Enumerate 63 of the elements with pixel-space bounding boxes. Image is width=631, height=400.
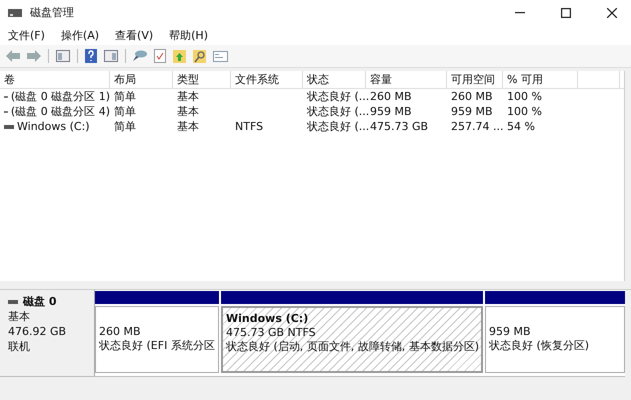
table-cell[interactable]: Windows (C:) [17, 120, 90, 133]
minimize-icon[interactable] [515, 12, 525, 14]
table-cell: 基本 [177, 89, 199, 104]
volume-icon [4, 94, 8, 98]
volume-icon [4, 124, 14, 128]
menu-item[interactable]: 帮助(H) [169, 28, 208, 42]
table-cell[interactable]: (磁盘 0 磁盘分区 4) [10, 104, 110, 119]
partition-size: 959 MB [489, 325, 532, 339]
column-header[interactable]: 容量 [366, 71, 447, 88]
column-header[interactable]: 卷 [0, 71, 110, 88]
menu-item[interactable]: 操作(A) [60, 28, 100, 42]
partition-box[interactable]: Windows (C:) 475.73 GB NTFS 状态良好 (启动, 页面文件, 故障转储, 基本数据分区) [221, 306, 483, 373]
panel-icon[interactable] [104, 50, 118, 62]
partition-title: Windows (C:) [226, 312, 310, 326]
column-header[interactable]: 类型 [173, 71, 231, 88]
table-cell: 959 MB [451, 105, 493, 118]
table-cell: 959 MB [370, 105, 412, 118]
column-header[interactable]: 可用空间 [447, 71, 503, 88]
close-icon[interactable] [607, 8, 617, 18]
menu-item[interactable]: 查看(V) [115, 28, 154, 42]
table-cell: 100 % [507, 90, 542, 103]
table-cell: 状态良好 (... [307, 119, 370, 134]
disk-type: 基本 [8, 310, 31, 324]
partition-size: 475.73 GB NTFS [226, 326, 317, 340]
properties-icon[interactable] [213, 50, 228, 62]
disk-status: 联机 [8, 340, 31, 354]
folder-search-icon[interactable] [193, 49, 206, 63]
partition-status: 状态良好 (EFI 系统分区 [99, 339, 216, 353]
partition-box[interactable]: 959 MB 状态良好 (恢复分区) [485, 306, 625, 373]
help-icon[interactable] [85, 49, 97, 63]
table-cell: 475.73 GB [370, 120, 428, 133]
table-cell: 状态良好 (... [307, 89, 370, 104]
table-cell: 状态良好 (... [307, 104, 370, 119]
partition-status: 状态良好 (恢复分区) [489, 339, 590, 353]
disk-name: 磁盘 0 [23, 294, 56, 309]
table-cell: 260 MB [451, 90, 493, 103]
table-cell: 54 % [507, 120, 535, 133]
table-cell[interactable]: (磁盘 0 磁盘分区 1) [10, 89, 110, 104]
table-cell: 260 MB [370, 90, 412, 103]
table-cell: 简单 [114, 119, 136, 134]
table-cell: 基本 [177, 119, 199, 134]
column-header[interactable]: 布局 [110, 71, 173, 88]
disk-size: 476.92 GB [8, 325, 68, 339]
column-header[interactable]: 文件系统 [231, 71, 303, 88]
menu-item[interactable]: 文件(F) [8, 28, 45, 42]
table-cell: 基本 [177, 104, 199, 119]
window-title: 磁盘管理 [30, 5, 74, 20]
volume-icon [4, 110, 8, 114]
partition-size: 260 MB [99, 325, 142, 339]
checklist-icon[interactable] [154, 49, 166, 63]
column-header[interactable]: % 可用 [503, 71, 578, 88]
column-header[interactable]: 状态 [303, 71, 366, 88]
table-cell: 简单 [114, 89, 136, 104]
partition-box[interactable]: 260 MB 状态良好 (EFI 系统分区 [95, 306, 219, 373]
chat-icon[interactable] [133, 50, 147, 62]
table-cell: NTFS [235, 120, 264, 133]
table-cell: 100 % [507, 105, 542, 118]
panel-icon[interactable] [56, 50, 70, 62]
table-cell: 257.74 ... [451, 120, 504, 133]
table-cell: 简单 [114, 104, 136, 119]
folder-up-icon[interactable] [173, 49, 186, 63]
partition-status: 状态良好 (启动, 页面文件, 故障转储, 基本数据分区) [226, 340, 479, 354]
maximize-icon[interactable] [561, 8, 571, 18]
